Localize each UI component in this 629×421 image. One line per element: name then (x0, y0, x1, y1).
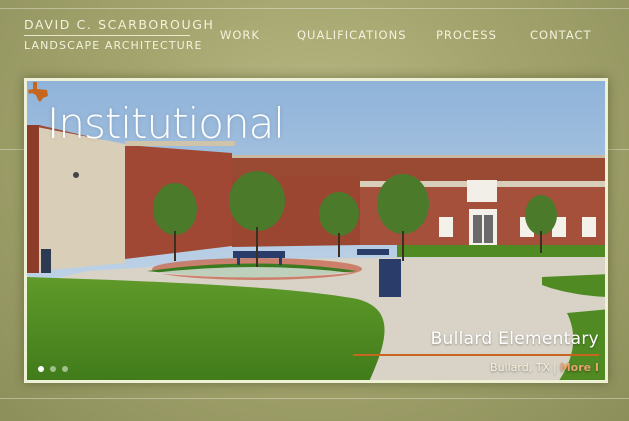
main-nav: WORK QUALIFICATIONS PROCESS CONTACT (0, 28, 629, 44)
top-guide-line (0, 8, 629, 9)
hero-slideshow[interactable]: Institutional Bullard Elementary Bullard… (24, 78, 608, 383)
project-location: Bullard, TX (490, 361, 550, 374)
project-meta: Bullard, TX | More I (490, 361, 599, 374)
slide-dot[interactable] (50, 366, 56, 372)
texas-state-icon (28, 82, 48, 102)
slide-dot[interactable] (62, 366, 68, 372)
caption-separator: | (552, 361, 557, 374)
nav-contact[interactable]: CONTACT (530, 28, 592, 42)
caption-divider (353, 354, 599, 356)
bottom-guide-line (0, 398, 629, 399)
more-info-link[interactable]: More I (560, 361, 599, 374)
slide-dot-active[interactable] (38, 366, 44, 372)
project-title: Bullard Elementary (430, 329, 599, 349)
category-title: Institutional (47, 99, 285, 148)
nav-qualifications[interactable]: QUALIFICATIONS (297, 28, 407, 42)
nav-work[interactable]: WORK (220, 28, 260, 42)
nav-process[interactable]: PROCESS (436, 28, 497, 42)
